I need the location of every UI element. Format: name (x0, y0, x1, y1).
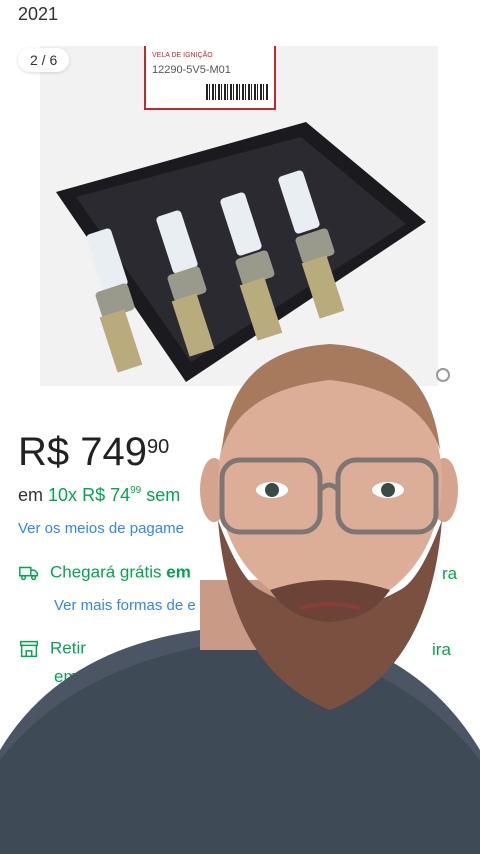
box-label-title: VELA DE IGNIÇÃO (152, 52, 213, 59)
listing-title-fragment: 2021 (18, 4, 59, 24)
image-counter: 2 / 6 (18, 48, 70, 72)
barcode-icon (206, 84, 268, 100)
box-label-code: 12290-5V5-M01 (152, 64, 231, 76)
box-label: VELA DE IGNIÇÃO 12290-5V5-M01 (144, 46, 276, 110)
presenter-overlay (0, 344, 480, 854)
